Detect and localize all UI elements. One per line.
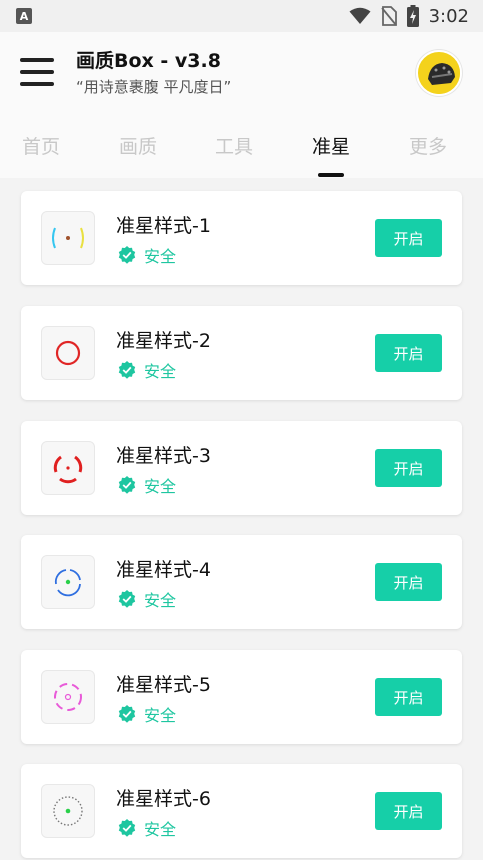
avatar[interactable]	[416, 50, 462, 96]
crosshair-name: 准星样式-1	[116, 215, 211, 237]
safe-status: 安全	[118, 358, 176, 382]
enable-button[interactable]: 开启	[375, 449, 442, 487]
safe-status: 安全	[118, 473, 176, 497]
no-sim-icon	[380, 6, 397, 26]
header-titles: 画质Box - v3.8 “用诗意裹腹 平凡度日”	[76, 49, 231, 97]
shield-check-icon	[118, 705, 136, 723]
enable-button[interactable]: 开启	[375, 792, 442, 830]
crosshair-name: 准星样式-3	[116, 445, 211, 467]
tab-home[interactable]: 首页	[1, 132, 81, 159]
crosshair-thumbnail	[41, 670, 95, 724]
crosshair-red-circle-icon	[55, 340, 81, 366]
battery-charging-icon	[406, 5, 419, 27]
menu-button[interactable]	[20, 58, 54, 86]
crosshair-name: 准星样式-5	[116, 674, 211, 696]
avatar-helmet-icon	[419, 53, 460, 94]
safe-status: 安全	[118, 702, 176, 726]
crosshair-thumbnail	[41, 555, 95, 609]
crosshair-thumbnail	[41, 441, 95, 495]
list-item: 准星样式-1 安全 开启	[21, 191, 462, 285]
safe-status-label: 安全	[144, 477, 177, 496]
safe-status-label: 安全	[144, 247, 177, 266]
crosshair-brackets-icon	[52, 227, 84, 249]
tab-crosshair[interactable]: 准星	[291, 132, 371, 159]
tab-more[interactable]: 更多	[388, 132, 468, 159]
tab-tools[interactable]: 工具	[194, 132, 274, 159]
shield-check-icon	[118, 246, 136, 264]
tab-quality[interactable]: 画质	[98, 132, 178, 159]
crosshair-thumbnail	[41, 211, 95, 265]
safe-status-label: 安全	[144, 706, 177, 725]
enable-button[interactable]: 开启	[375, 219, 442, 257]
status-icons: 3:02	[349, 5, 469, 27]
status-bar: A 3:02	[0, 0, 483, 32]
list-item: 准星样式-5 安全 开启	[21, 650, 462, 744]
crosshair-red-arcs-icon	[53, 455, 83, 484]
enable-button[interactable]: 开启	[375, 334, 442, 372]
shield-check-icon	[118, 590, 136, 608]
safe-status: 安全	[118, 587, 176, 611]
list-item: 准星样式-6 安全 开启	[21, 764, 462, 858]
safe-status-label: 安全	[144, 362, 177, 381]
safe-status-label: 安全	[144, 820, 177, 839]
crosshair-name: 准星样式-6	[116, 788, 211, 810]
crosshair-name: 准星样式-4	[116, 559, 211, 581]
crosshair-blue-ring-icon	[54, 569, 81, 597]
enable-button[interactable]: 开启	[375, 678, 442, 716]
crosshair-thumbnail	[41, 784, 95, 838]
list-item: 准星样式-2 安全 开启	[21, 306, 462, 400]
app-notification-icon: A	[16, 8, 32, 24]
crosshair-thumbnail	[41, 326, 95, 380]
wifi-icon	[349, 7, 371, 24]
app-title: 画质Box - v3.8	[76, 50, 221, 72]
shield-check-icon	[118, 361, 136, 379]
app-subtitle: “用诗意裹腹 平凡度日”	[76, 78, 232, 96]
safe-status-label: 安全	[144, 591, 177, 610]
app-header: 画质Box - v3.8 “用诗意裹腹 平凡度日”	[0, 32, 483, 112]
crosshair-name: 准星样式-2	[116, 330, 211, 352]
list-item: 准星样式-4 安全 开启	[21, 535, 462, 629]
list-item: 准星样式-3 安全 开启	[21, 421, 462, 515]
safe-status: 安全	[118, 243, 176, 267]
safe-status: 安全	[118, 816, 176, 840]
shield-check-icon	[118, 476, 136, 494]
tab-indicator	[318, 173, 344, 177]
crosshair-pink-dashed-icon	[54, 683, 82, 711]
shield-check-icon	[118, 819, 136, 837]
tab-bar: 首页 画质 工具 准星 更多	[0, 112, 483, 178]
crosshair-dotted-ring-icon	[53, 796, 83, 826]
status-time: 3:02	[428, 5, 469, 27]
enable-button[interactable]: 开启	[375, 563, 442, 601]
